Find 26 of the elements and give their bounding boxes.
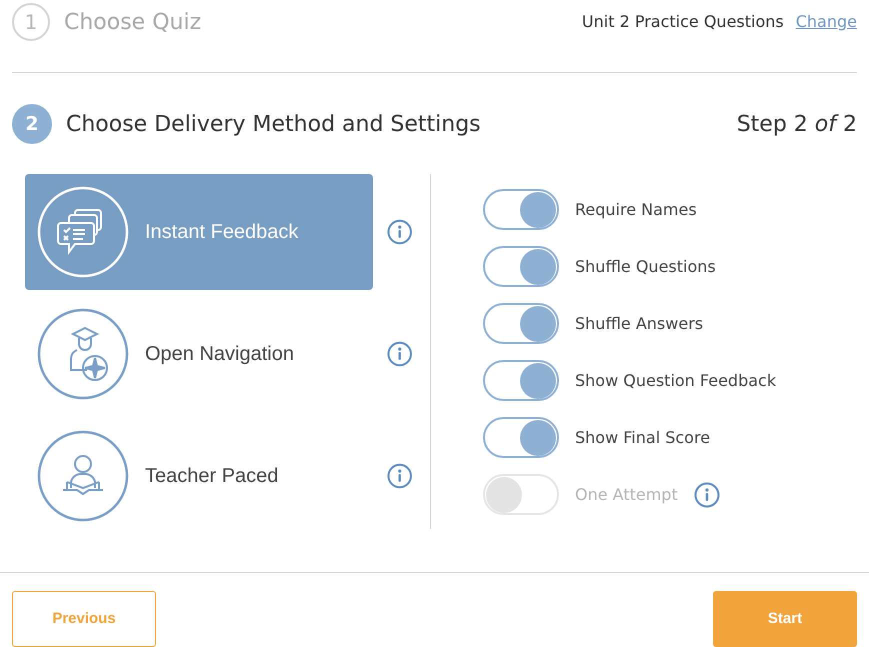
start-button[interactable]: Start — [713, 591, 857, 647]
previous-button[interactable]: Previous — [12, 591, 156, 647]
toggle-switch[interactable] — [483, 417, 559, 458]
setting-label: Shuffle Answers — [575, 312, 704, 334]
step-number: 2 — [12, 104, 52, 144]
step-number: 1 — [12, 3, 50, 41]
graduate-compass-icon — [37, 308, 129, 400]
setting-label: Require Names — [575, 198, 697, 220]
toggle-switch[interactable] — [483, 246, 559, 287]
info-icon[interactable] — [386, 219, 412, 245]
speech-bubbles-icon — [37, 186, 129, 278]
setting-label: Shuffle Questions — [575, 256, 716, 278]
info-icon[interactable] — [386, 463, 412, 489]
method-option[interactable]: Instant Feedback — [25, 174, 373, 290]
info-icon[interactable] — [386, 341, 412, 367]
toggle-switch[interactable] — [483, 303, 559, 344]
setting-label: Show Question Feedback — [575, 370, 776, 392]
setting-label: One Attempt — [575, 484, 678, 506]
toggle-switch[interactable] — [483, 360, 559, 401]
setting-label: Show Final Score — [575, 426, 710, 448]
toggle-switch[interactable] — [483, 189, 559, 230]
step-title: Choose Delivery Method and Settings — [66, 110, 481, 138]
quiz-name: Unit 2 Practice Questions — [582, 11, 784, 33]
step-title: Choose Quiz — [64, 8, 202, 36]
change-link[interactable]: Change — [796, 10, 857, 34]
reader-icon — [37, 430, 129, 522]
